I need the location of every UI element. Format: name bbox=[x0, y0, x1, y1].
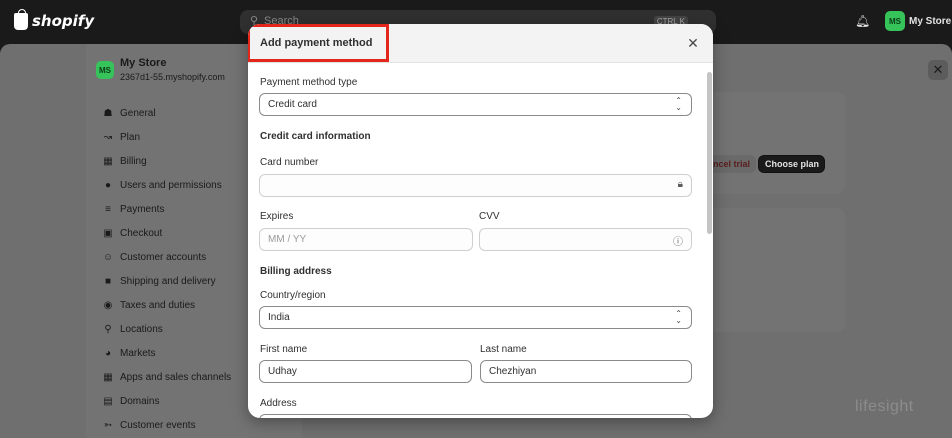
first-name-input[interactable]: Udhay bbox=[259, 360, 472, 383]
truck-icon: ■ bbox=[104, 275, 112, 287]
store-icon: ☗ bbox=[103, 107, 113, 119]
add-payment-modal: Add payment method ✕ Payment method type… bbox=[248, 24, 713, 418]
last-name-label: Last name bbox=[480, 344, 527, 355]
last-name-value: Chezhiyan bbox=[489, 366, 537, 377]
payments-icon: ≡ bbox=[105, 203, 111, 215]
sidebar-item-label: Users and permissions bbox=[120, 179, 222, 191]
sidebar-item-label: Payments bbox=[120, 203, 165, 215]
payment-type-select[interactable]: Credit card ⌃ ⌄ bbox=[259, 93, 692, 116]
apps-icon: ▦ bbox=[103, 371, 113, 383]
country-label: Country/region bbox=[260, 290, 326, 301]
sidebar-item-label: Domains bbox=[120, 395, 160, 407]
cvv-input[interactable]: ⓘ bbox=[479, 228, 692, 251]
sidebar-item-label: General bbox=[120, 107, 156, 119]
close-icon: ✕ bbox=[687, 35, 699, 51]
watermark: lifesight bbox=[855, 398, 914, 415]
modal-header: Add payment method ✕ bbox=[248, 24, 713, 63]
card-number-input[interactable]: 🔒︎ bbox=[259, 174, 692, 197]
modal-scrollbar-thumb[interactable] bbox=[707, 72, 712, 234]
sidebar-item-label: Checkout bbox=[120, 227, 163, 239]
sidebar-item-taxes[interactable]: ◉ Taxes and duties bbox=[102, 297, 195, 313]
first-name-label: First name bbox=[260, 344, 308, 355]
sidebar-item-apps[interactable]: ▦ Apps and sales channels bbox=[102, 369, 231, 385]
billing-section-heading: Billing address bbox=[260, 266, 332, 277]
sidebar-item-customer-accounts[interactable]: ☺ Customer accounts bbox=[102, 249, 206, 265]
expires-label: Expires bbox=[260, 211, 294, 222]
billing-icon: ▦ bbox=[103, 155, 113, 167]
choose-plan-button[interactable]: Choose plan bbox=[758, 155, 825, 173]
expires-placeholder: MM / YY bbox=[268, 234, 307, 245]
sidebar-item-domains[interactable]: ▤ Domains bbox=[102, 393, 159, 409]
lock-icon: 🔒︎ bbox=[677, 179, 683, 190]
select-chevron-icon: ⌃ ⌄ bbox=[675, 96, 682, 112]
select-chevron-icon: ⌃ ⌄ bbox=[675, 309, 682, 325]
first-name-value: Udhay bbox=[268, 366, 297, 377]
country-select[interactable]: India ⌃ ⌄ bbox=[259, 306, 692, 329]
domain-icon: ▤ bbox=[103, 395, 113, 407]
modal-close-button[interactable]: ✕ bbox=[685, 35, 701, 51]
title-highlight-box bbox=[248, 24, 389, 62]
plan-details-card bbox=[690, 208, 845, 332]
sidebar-item-label: Plan bbox=[120, 131, 141, 143]
sidebar-item-billing[interactable]: ▦ Billing bbox=[102, 153, 147, 169]
sidebar-store-name: My Store bbox=[120, 57, 167, 69]
logo-text: shopify bbox=[32, 12, 95, 30]
store-menu[interactable]: MS My Store bbox=[885, 11, 951, 31]
country-value: India bbox=[268, 312, 290, 323]
sidebar-item-label: Locations bbox=[120, 323, 163, 335]
shopify-logo[interactable]: shopify bbox=[14, 8, 95, 30]
store-name-top: My Store bbox=[909, 15, 952, 27]
globe-icon: ◕ bbox=[104, 347, 112, 359]
sidebar-item-general[interactable]: ☗ General bbox=[102, 105, 156, 121]
plan-card bbox=[690, 92, 845, 194]
sidebar-item-plan[interactable]: ↝ Plan bbox=[102, 129, 140, 145]
tax-icon: ◉ bbox=[103, 299, 113, 311]
sidebar-item-label: Shipping and delivery bbox=[120, 275, 216, 287]
sidebar-item-checkout[interactable]: ▣ Checkout bbox=[102, 225, 162, 241]
card-section-heading: Credit card information bbox=[260, 131, 371, 142]
sidebar-item-locations[interactable]: ⚲ Locations bbox=[102, 321, 163, 337]
close-icon: ✕ bbox=[932, 62, 944, 77]
cvv-label: CVV bbox=[479, 211, 500, 222]
location-icon: ⚲ bbox=[104, 323, 112, 335]
bell-icon[interactable]: 🔔︎ bbox=[855, 14, 870, 28]
avatar: MS bbox=[885, 11, 905, 31]
shopify-bag-icon bbox=[14, 8, 28, 30]
expires-input[interactable]: MM / YY bbox=[259, 228, 473, 251]
sidebar-store-domain: 2367d1-55.myshopify.com bbox=[120, 72, 225, 82]
users-icon: ● bbox=[104, 179, 112, 191]
sidebar-avatar: MS bbox=[96, 61, 114, 79]
sidebar-item-label: Apps and sales channels bbox=[120, 371, 232, 383]
address-label: Address bbox=[260, 398, 297, 409]
sidebar-item-label: Customer accounts bbox=[120, 251, 207, 263]
sidebar-item-shipping[interactable]: ■ Shipping and delivery bbox=[102, 273, 216, 289]
payment-type-value: Credit card bbox=[268, 99, 317, 110]
sidebar-item-payments[interactable]: ≡ Payments bbox=[102, 201, 164, 217]
chart-icon: ↝ bbox=[103, 131, 113, 143]
sidebar-item-markets[interactable]: ◕ Markets bbox=[102, 345, 156, 361]
sidebar-item-label: Taxes and duties bbox=[120, 299, 196, 311]
cart-icon: ▣ bbox=[103, 227, 113, 239]
cursor-icon: ➳ bbox=[103, 419, 113, 431]
sidebar-item-label: Customer events bbox=[120, 419, 196, 431]
sidebar-item-customer-events[interactable]: ➳ Customer events bbox=[102, 417, 196, 433]
sidebar-item-label: Billing bbox=[120, 155, 147, 167]
address-input[interactable] bbox=[259, 414, 692, 418]
last-name-input[interactable]: Chezhiyan bbox=[480, 360, 692, 383]
info-icon[interactable]: ⓘ bbox=[673, 233, 683, 248]
settings-close-button[interactable]: ✕ bbox=[928, 60, 948, 80]
payment-type-label: Payment method type bbox=[260, 77, 358, 88]
card-number-label: Card number bbox=[260, 157, 319, 168]
sidebar-item-users[interactable]: ● Users and permissions bbox=[102, 177, 222, 193]
sidebar-item-label: Markets bbox=[120, 347, 156, 359]
person-icon: ☺ bbox=[102, 251, 114, 263]
